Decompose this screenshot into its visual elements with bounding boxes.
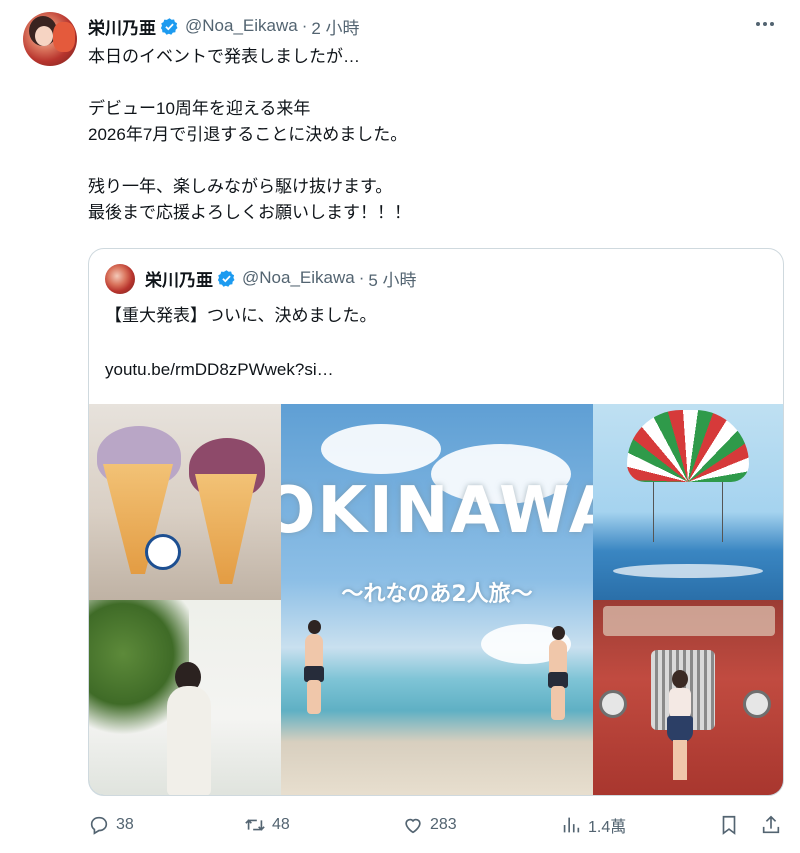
like-button[interactable]: 283 [402, 810, 457, 840]
tweet[interactable]: 栄川乃亜 @Noa_Eikawa · 2 小時 本日のイベントで発表しましたが…… [0, 0, 800, 853]
thumbnail-title: OKINAWA [281, 474, 593, 548]
separator-dot: · [358, 268, 365, 287]
views-count: 1.4萬 [588, 819, 627, 836]
separator-dot: · [301, 16, 308, 35]
handle[interactable]: @Noa_Eikawa [185, 16, 298, 36]
timestamp[interactable]: 2 小時 [311, 14, 359, 39]
verified-icon [217, 269, 235, 287]
retweet-button[interactable]: 48 [244, 810, 290, 840]
quoted-text: 【重大発表】ついに、決めました。 [105, 306, 377, 325]
icecream-photo [89, 404, 281, 600]
views-icon [563, 817, 580, 833]
video-thumbnail[interactable]: OKINAWA 〜れなのあ2人旅〜 [89, 404, 783, 795]
bookmark-button[interactable] [718, 810, 746, 840]
quoted-avatar [105, 264, 135, 294]
like-icon [405, 818, 421, 834]
beach-photo: OKINAWA 〜れなのあ2人旅〜 [281, 404, 593, 795]
bookmark-icon [722, 815, 736, 835]
tweet-text: 本日のイベントで発表しましたが… デビュー10周年を迎える来年 2026年7月で… [88, 47, 411, 222]
tree-photo [89, 600, 281, 795]
views-button[interactable]: 1.4萬 [560, 810, 626, 840]
truck-photo [593, 600, 783, 795]
display-name[interactable]: 栄川乃亜 [88, 14, 156, 39]
share-icon [762, 815, 780, 834]
quoted-tweet[interactable]: 栄川乃亜 @Noa_Eikawa · 5 小時 【重大発表】ついに、決めました。… [88, 248, 784, 796]
reply-button[interactable]: 38 [88, 810, 134, 840]
retweet-icon [245, 819, 265, 831]
tweet-header: 栄川乃亜 @Noa_Eikawa · 2 小時 [88, 14, 360, 38]
reply-count: 38 [116, 816, 134, 833]
reply-icon [90, 816, 108, 835]
author-avatar[interactable] [23, 12, 77, 66]
quoted-display-name: 栄川乃亜 [145, 270, 213, 290]
quoted-header: 栄川乃亜 @Noa_Eikawa · 5 小時 [145, 266, 417, 290]
verified-icon [160, 17, 178, 35]
like-count: 283 [430, 816, 457, 833]
share-button[interactable] [760, 810, 788, 840]
quoted-link[interactable]: youtu.be/rmDD8zPWwek?si… [105, 357, 334, 383]
action-bar: 38 48 283 1.4萬 [88, 810, 788, 840]
more-icon[interactable] [756, 18, 778, 30]
quoted-timestamp: 5 小時 [368, 270, 417, 290]
retweet-count: 48 [272, 816, 290, 833]
parasail-photo [593, 404, 783, 600]
quoted-handle: @Noa_Eikawa [242, 268, 355, 287]
thumbnail-subtitle: 〜れなのあ2人旅〜 [341, 582, 533, 607]
